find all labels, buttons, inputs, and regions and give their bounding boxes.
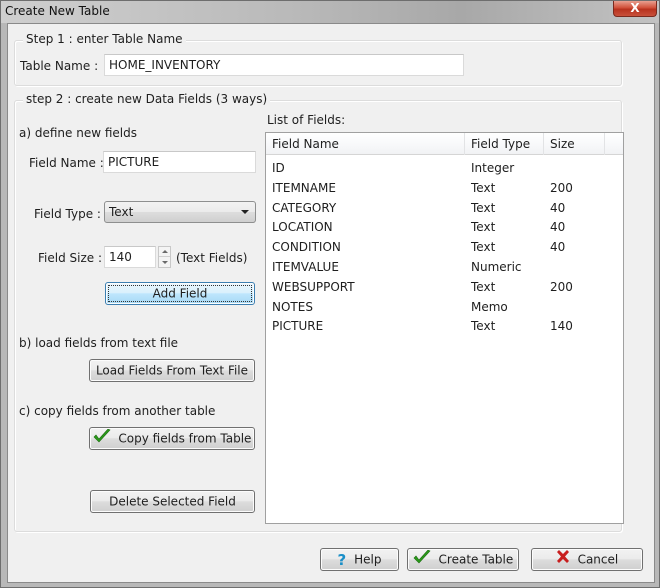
list-item[interactable]: LOCATION Text 40 bbox=[266, 217, 623, 237]
fields-list-label: List of Fields: bbox=[267, 113, 346, 127]
copy-fields-heading: c) copy fields from another table bbox=[19, 404, 216, 418]
step2-group: step 2 : create new Data Fields (3 ways)… bbox=[14, 92, 624, 532]
checkmark-icon bbox=[413, 549, 431, 570]
field-size-cell: 40 bbox=[550, 240, 566, 255]
field-name-cell: WEBSUPPORT bbox=[272, 279, 355, 294]
list-item[interactable]: PICTURE Text 140 bbox=[266, 316, 623, 336]
field-size-label: Field Size : bbox=[38, 251, 103, 265]
cancel-label: Cancel bbox=[577, 552, 619, 567]
add-field-button[interactable]: Add Field bbox=[105, 282, 255, 305]
field-size-hint: (Text Fields) bbox=[176, 251, 248, 265]
field-name-label: Field Name : bbox=[29, 156, 104, 170]
create-table-button[interactable]: Create Table bbox=[407, 548, 519, 571]
field-size-cell: 140 bbox=[550, 319, 573, 334]
close-icon: X bbox=[630, 1, 640, 15]
list-item[interactable]: ITEMVALUE Numeric bbox=[266, 257, 623, 277]
step2-legend: step 2 : create new Data Fields (3 ways) bbox=[23, 92, 271, 106]
field-name-cell: ITEMNAME bbox=[272, 180, 336, 195]
field-type-label: Field Type : bbox=[34, 207, 101, 221]
help-label: Help bbox=[354, 552, 382, 567]
field-type-value: Text bbox=[109, 205, 134, 219]
field-name-cell: LOCATION bbox=[272, 220, 333, 235]
list-item[interactable]: ID Integer bbox=[266, 158, 623, 178]
delete-selected-field-button[interactable]: Delete Selected Field bbox=[90, 490, 255, 513]
field-type-cell: Text bbox=[471, 279, 496, 294]
field-size-input[interactable]: 140 bbox=[104, 246, 156, 268]
field-name-cell: CATEGORY bbox=[272, 200, 337, 215]
field-size-cell: 40 bbox=[550, 220, 566, 235]
spin-down-button[interactable] bbox=[159, 257, 170, 267]
fields-list-header: Field Name Field Type Size bbox=[266, 133, 623, 155]
column-header-field-type[interactable]: Field Type bbox=[465, 133, 544, 155]
field-type-cell: Numeric bbox=[471, 260, 522, 274]
field-size-cell: 200 bbox=[550, 180, 573, 195]
copy-fields-label: Copy fields from Table bbox=[118, 431, 252, 446]
field-type-cell: Text bbox=[471, 319, 496, 334]
field-type-cell: Memo bbox=[471, 299, 508, 314]
window-title: Create New Table bbox=[5, 4, 110, 18]
help-icon: ? bbox=[337, 550, 347, 569]
field-size-cell: 40 bbox=[550, 200, 566, 215]
delete-field-label: Delete Selected Field bbox=[109, 494, 236, 509]
field-type-cell: Text bbox=[471, 240, 496, 255]
table-name-label: Table Name : bbox=[20, 59, 99, 73]
list-item[interactable]: WEBSUPPORT Text 200 bbox=[266, 277, 623, 297]
checkmark-icon bbox=[93, 428, 111, 449]
field-name-cell: ID bbox=[272, 161, 285, 175]
column-header-field-name[interactable]: Field Name bbox=[266, 133, 465, 155]
list-item[interactable]: CATEGORY Text 40 bbox=[266, 198, 623, 218]
fields-list[interactable]: Field Name Field Type Size ID Integer ITEM… bbox=[265, 132, 624, 524]
field-size-spinner[interactable] bbox=[158, 246, 171, 268]
field-name-input[interactable]: PICTURE bbox=[103, 151, 256, 173]
spin-up-button[interactable] bbox=[159, 247, 170, 257]
arrow-up-icon bbox=[162, 250, 168, 253]
title-bar[interactable]: Create New Table X bbox=[1, 1, 659, 23]
list-item[interactable]: CONDITION Text 40 bbox=[266, 237, 623, 257]
load-fields-button[interactable]: Load Fields From Text File bbox=[89, 359, 255, 382]
arrow-down-icon bbox=[162, 261, 168, 264]
create-new-table-dialog: Create New Table X Step 1 : enter Table … bbox=[0, 0, 660, 588]
x-icon bbox=[556, 549, 570, 570]
column-header-size[interactable]: Size bbox=[544, 133, 605, 155]
copy-fields-button[interactable]: Copy fields from Table bbox=[89, 427, 255, 450]
list-item[interactable]: NOTES Memo bbox=[266, 297, 623, 317]
field-type-cell: Text bbox=[471, 180, 496, 195]
field-name-cell: CONDITION bbox=[272, 240, 341, 255]
load-fields-heading: b) load fields from text file bbox=[19, 336, 179, 350]
focus-ring bbox=[108, 285, 252, 302]
define-fields-heading: a) define new fields bbox=[19, 126, 137, 140]
field-type-cell: Text bbox=[471, 200, 496, 215]
field-size-cell: 200 bbox=[550, 279, 573, 294]
field-type-cell: Integer bbox=[471, 161, 515, 175]
chevron-down-icon bbox=[241, 210, 249, 214]
load-fields-label: Load Fields From Text File bbox=[95, 363, 249, 378]
create-table-label: Create Table bbox=[438, 552, 514, 567]
step1-legend: Step 1 : enter Table Name bbox=[23, 32, 186, 46]
field-type-cell: Text bbox=[471, 220, 496, 235]
field-name-cell: ITEMVALUE bbox=[272, 260, 339, 274]
cancel-button[interactable]: Cancel bbox=[531, 548, 643, 571]
field-name-cell: PICTURE bbox=[272, 319, 324, 334]
step1-group: Step 1 : enter Table Name Table Name : H… bbox=[14, 32, 622, 86]
field-name-cell: NOTES bbox=[272, 299, 313, 314]
help-button[interactable]: ? Help bbox=[320, 548, 399, 571]
close-button[interactable]: X bbox=[613, 1, 657, 17]
dialog-body: Step 1 : enter Table Name Table Name : H… bbox=[7, 23, 655, 583]
field-type-select[interactable]: Text bbox=[104, 201, 256, 223]
list-item[interactable]: ITEMNAME Text 200 bbox=[266, 178, 623, 198]
table-name-input[interactable]: HOME_INVENTORY bbox=[104, 54, 464, 76]
